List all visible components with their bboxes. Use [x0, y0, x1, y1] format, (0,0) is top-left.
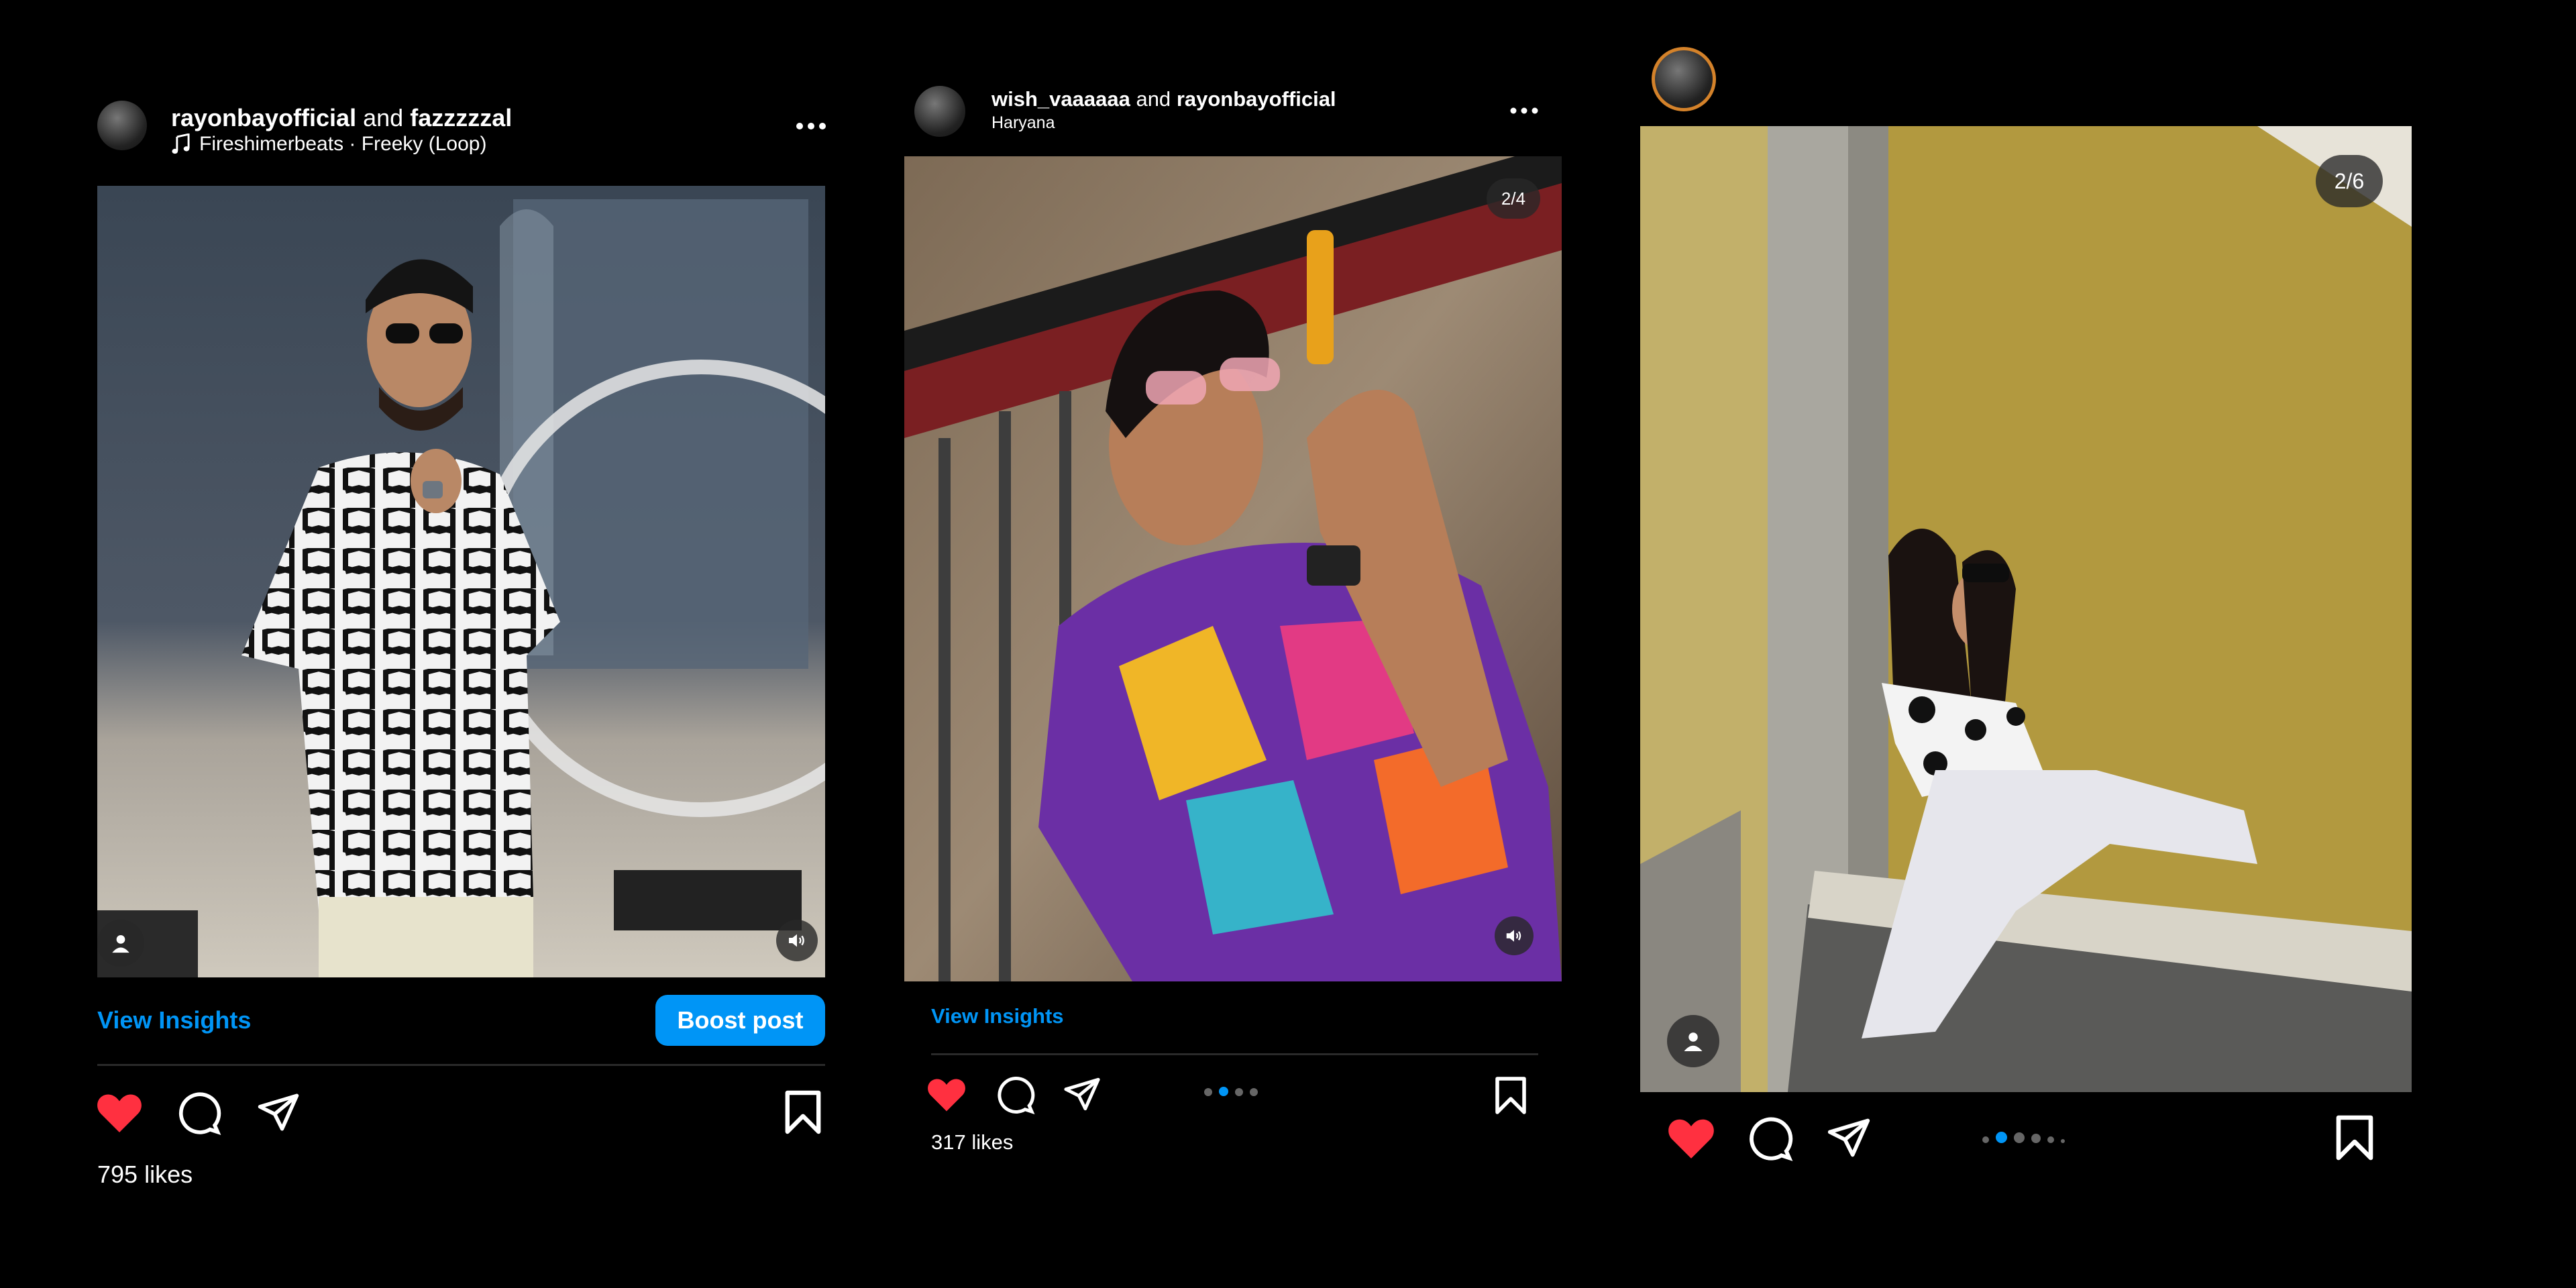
- post-header: wish_vaaaaaa and rayonbayofficial Haryan…: [899, 77, 1570, 144]
- connector-text: and: [1136, 87, 1171, 111]
- post-header: rayonbayofficial and fazzzzzal Fireshime…: [94, 94, 832, 168]
- share-icon[interactable]: [1825, 1115, 1873, 1161]
- divider: [97, 1064, 825, 1066]
- post-card-2: wish_vaaaaaa and rayonbayofficial Haryan…: [899, 77, 1570, 1191]
- post-image[interactable]: 2/6: [1640, 126, 2412, 1092]
- carousel-dot-active: [1219, 1087, 1228, 1096]
- post-header-users: wish_vaaaaaa and rayonbayofficial: [991, 87, 1336, 111]
- carousel-dots: [1204, 1087, 1258, 1099]
- heart-icon[interactable]: [926, 1075, 967, 1113]
- likes-count[interactable]: 795 likes: [97, 1161, 193, 1189]
- comment-icon[interactable]: [1746, 1115, 1794, 1162]
- bookmark-icon[interactable]: [1494, 1075, 1527, 1116]
- carousel-dot: [2031, 1134, 2041, 1143]
- avatar[interactable]: [914, 86, 965, 137]
- audio-label[interactable]: Fireshimerbeats · Freeky (Loop): [171, 133, 486, 156]
- post-image[interactable]: 2/4: [904, 156, 1562, 981]
- boost-post-button[interactable]: Boost post: [655, 995, 825, 1046]
- speaker-icon: [789, 934, 804, 947]
- share-icon[interactable]: [1062, 1075, 1102, 1114]
- comment-icon[interactable]: [994, 1075, 1036, 1115]
- share-icon[interactable]: [255, 1090, 302, 1134]
- music-note-icon: [172, 133, 190, 154]
- person-tag-button[interactable]: [1667, 1015, 1719, 1067]
- carousel-dot: [2061, 1139, 2065, 1143]
- post-card-1: rayonbayofficial and fazzzzzal Fireshime…: [94, 94, 832, 1208]
- carousel-dot: [2047, 1136, 2054, 1143]
- more-dots-icon[interactable]: [1509, 106, 1539, 115]
- divider: [931, 1053, 1538, 1055]
- bookmark-icon[interactable]: [784, 1089, 822, 1136]
- speaker-icon: [1506, 930, 1521, 942]
- carousel-counter: 2/6: [2316, 155, 2383, 207]
- heart-icon[interactable]: [1666, 1115, 1716, 1161]
- avatar[interactable]: [97, 101, 147, 150]
- username-collaborator[interactable]: fazzzzzal: [410, 104, 512, 131]
- post-card-3: 2/6: [1637, 47, 2415, 1174]
- heart-icon[interactable]: [95, 1090, 144, 1134]
- post-image[interactable]: [97, 186, 825, 977]
- carousel-dot-active: [1996, 1132, 2007, 1143]
- carousel-dot: [1204, 1088, 1212, 1096]
- likes-count[interactable]: 317 likes: [931, 1130, 1013, 1155]
- connector-text: and: [363, 104, 404, 131]
- location-label[interactable]: Haryana: [991, 113, 1055, 133]
- carousel-dot: [1250, 1088, 1258, 1096]
- post-header-users: rayonbayofficial and fazzzzzal: [171, 104, 512, 132]
- audio-track-text: Fireshimerbeats · Freeky (Loop): [199, 133, 487, 155]
- person-tag-icon: [1684, 1032, 1703, 1051]
- carousel-dots: [1982, 1132, 2065, 1146]
- audio-toggle-button[interactable]: [776, 920, 818, 961]
- view-insights-link[interactable]: View Insights: [931, 1004, 1064, 1028]
- person-tag-icon: [112, 934, 129, 953]
- more-dots-icon[interactable]: [795, 121, 827, 131]
- bookmark-icon[interactable]: [2334, 1114, 2375, 1162]
- carousel-dot: [1982, 1136, 1989, 1143]
- avatar[interactable]: [1652, 47, 1716, 111]
- comment-icon[interactable]: [174, 1090, 223, 1136]
- audio-toggle-button[interactable]: [1495, 916, 1534, 955]
- carousel-counter: 2/4: [1487, 178, 1540, 219]
- carousel-dot: [2014, 1132, 2025, 1143]
- username-primary[interactable]: rayonbayofficial: [171, 104, 356, 131]
- person-tag-button[interactable]: [97, 920, 144, 967]
- carousel-dot: [1235, 1088, 1243, 1096]
- view-insights-link[interactable]: View Insights: [97, 1006, 251, 1034]
- username-collaborator[interactable]: rayonbayofficial: [1177, 87, 1336, 111]
- username-primary[interactable]: wish_vaaaaaa: [991, 87, 1130, 111]
